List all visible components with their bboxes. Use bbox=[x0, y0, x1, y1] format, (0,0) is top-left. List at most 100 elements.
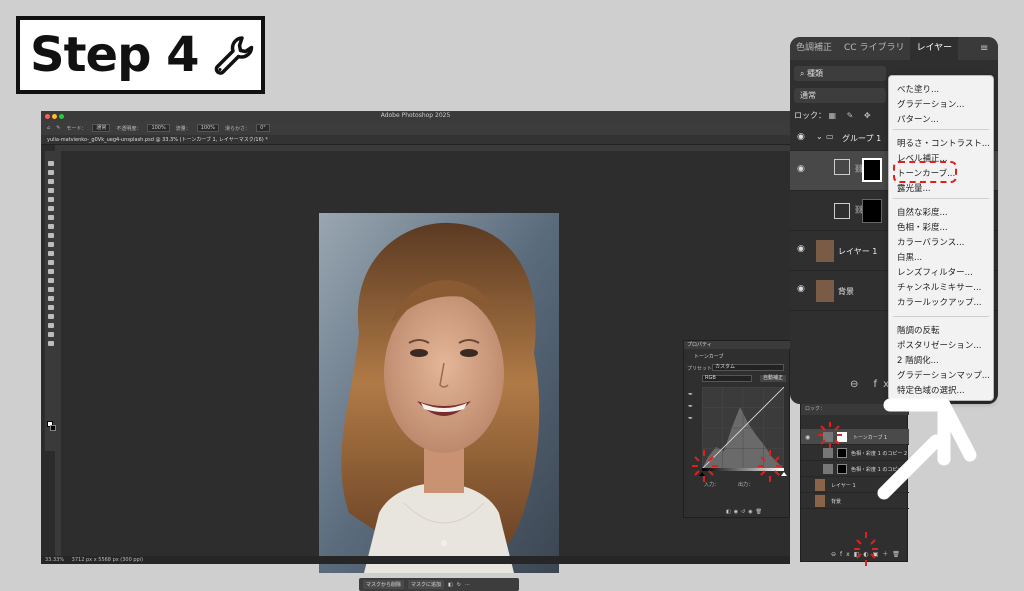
menu-item[interactable]: 自然な彩度... bbox=[897, 206, 948, 218]
crop-tool-icon[interactable] bbox=[48, 197, 54, 202]
opacity-field[interactable]: 100% bbox=[147, 124, 170, 132]
tab-adjustments[interactable]: 色調補正 bbox=[790, 37, 838, 60]
panel-footer-icons[interactable]: ◧◉↺◉🗑 bbox=[726, 509, 765, 515]
menu-item[interactable]: レンズフィルター... bbox=[897, 266, 973, 278]
eye-icon[interactable]: ◉ bbox=[797, 244, 805, 254]
smoothing-label: 滑らかさ： bbox=[225, 125, 251, 132]
brush-tool-icon[interactable]: ✎ bbox=[56, 125, 60, 131]
menu-item[interactable]: カラーバランス... bbox=[897, 236, 964, 248]
menu-item[interactable]: 明るさ・コントラスト... bbox=[897, 137, 990, 149]
mode-select[interactable]: 通常 bbox=[92, 124, 111, 132]
auto-button[interactable]: 自動補正 bbox=[760, 375, 786, 382]
adjustment-thumb bbox=[823, 464, 833, 474]
panel-menu-icon[interactable]: ≡ bbox=[980, 43, 988, 54]
type-tool-icon[interactable] bbox=[48, 305, 54, 310]
eraser-tool-icon[interactable] bbox=[48, 260, 54, 265]
eye-icon[interactable]: ◉ bbox=[797, 284, 805, 294]
zoom-level[interactable]: 33.33% bbox=[45, 557, 64, 563]
move-tool-icon[interactable] bbox=[48, 161, 54, 166]
options-bar: ⌂ ✎ モード： 通常 不透明度： 100% 流量： 100% 滑らかさ： 0° bbox=[41, 121, 790, 135]
blend-mode-select[interactable]: 通常 bbox=[794, 88, 886, 103]
shape-tool-icon[interactable] bbox=[48, 323, 54, 328]
hand-tool-icon[interactable] bbox=[48, 332, 54, 337]
layer-thumb bbox=[815, 495, 825, 507]
step-badge: Step 4 bbox=[16, 16, 265, 94]
path-select-tool-icon[interactable] bbox=[48, 314, 54, 319]
history-brush-tool-icon[interactable] bbox=[48, 251, 54, 256]
lock-icons[interactable]: ▦ ✎ ✥ bbox=[829, 111, 875, 120]
dodge-tool-icon[interactable] bbox=[48, 287, 54, 292]
layer-name: 背景 bbox=[831, 499, 842, 505]
preset-select[interactable]: カスタム bbox=[712, 364, 784, 371]
menu-item[interactable]: パターン... bbox=[897, 113, 939, 125]
layer-mask-thumb[interactable] bbox=[862, 158, 882, 182]
marquee-tool-icon[interactable] bbox=[48, 170, 54, 175]
brush-tool-icon[interactable] bbox=[48, 233, 54, 238]
menu-item[interactable]: チャンネルミキサー... bbox=[897, 281, 981, 293]
pen-tool-icon[interactable] bbox=[48, 296, 54, 301]
curves-type-label: トーンカーブ bbox=[694, 354, 724, 360]
menu-item[interactable]: 階調の反転 bbox=[897, 324, 940, 336]
close-window-button[interactable] bbox=[45, 113, 50, 119]
menu-item[interactable]: ポスタリゼーション... bbox=[897, 339, 981, 351]
wrench-icon bbox=[214, 36, 253, 75]
menu-item[interactable]: カラールックアップ... bbox=[897, 296, 982, 308]
eye-icon[interactable]: ◉ bbox=[805, 434, 810, 441]
stamp-tool-icon[interactable] bbox=[48, 242, 54, 247]
zoom-window-button[interactable] bbox=[59, 113, 64, 119]
tab-layers[interactable]: レイヤー bbox=[910, 37, 959, 60]
frame-tool-icon[interactable] bbox=[48, 206, 54, 211]
more-icon[interactable]: ⋯ bbox=[465, 582, 470, 588]
lasso-tool-icon[interactable] bbox=[48, 179, 54, 184]
subtract-from-mask-button[interactable]: マスクから削除 bbox=[363, 580, 405, 589]
document-tab[interactable]: yulia-matvienko-_g0Vk_ueg4-unsplash.psd … bbox=[41, 135, 790, 145]
contextual-task-bar: マスクから削除 マスクに追加 ◧ ↻ ⋯ bbox=[359, 578, 519, 591]
eyedropper-gray-icon[interactable]: ✒ bbox=[688, 403, 693, 410]
canvas-area[interactable]: マスクから削除 マスクに追加 ◧ ↻ ⋯ bbox=[61, 151, 790, 591]
arrow-icon bbox=[877, 398, 977, 500]
tab-cc-libraries[interactable]: CC ライブラリ bbox=[838, 37, 910, 60]
menu-separator bbox=[893, 129, 989, 130]
menu-item[interactable]: 白黒... bbox=[897, 251, 922, 263]
status-bar: 33.33% 3712 px x 5568 px (300 ppi) bbox=[41, 556, 790, 564]
menu-item[interactable]: グラデーション... bbox=[897, 98, 964, 110]
background-color-swatch[interactable] bbox=[50, 425, 56, 431]
eye-icon[interactable]: ◉ bbox=[797, 132, 805, 142]
menu-item[interactable]: 2 階調化... bbox=[897, 354, 939, 366]
invert-icon[interactable]: ◧ bbox=[448, 582, 453, 588]
blur-tool-icon[interactable] bbox=[48, 278, 54, 283]
step-label: Step 4 bbox=[30, 27, 200, 83]
mask-thumb bbox=[837, 464, 847, 474]
flow-field[interactable]: 100% bbox=[196, 124, 220, 132]
menu-item[interactable]: グラデーションマップ... bbox=[897, 369, 990, 381]
add-to-mask-button[interactable]: マスクに追加 bbox=[408, 580, 445, 589]
photoshop-window: Adobe Photoshop 2025 ⌂ ✎ モード： 通常 不透明度： 1… bbox=[41, 111, 791, 591]
angle-field[interactable]: 0° bbox=[256, 124, 270, 132]
zoom-tool-icon[interactable] bbox=[48, 341, 54, 346]
channel-select[interactable]: RGB bbox=[702, 375, 752, 382]
eyedropper-black-icon[interactable]: ✒ bbox=[688, 391, 693, 398]
eyedropper-white-icon[interactable]: ✒ bbox=[688, 415, 693, 422]
home-icon[interactable]: ⌂ bbox=[47, 125, 50, 131]
tools-panel bbox=[45, 151, 57, 451]
portrait-photo bbox=[319, 213, 559, 573]
layer-mask-thumb[interactable] bbox=[862, 199, 882, 223]
menu-item[interactable]: 色相・彩度... bbox=[897, 221, 948, 233]
healing-tool-icon[interactable] bbox=[48, 224, 54, 229]
refresh-icon[interactable]: ↻ bbox=[457, 582, 461, 588]
gradient-tool-icon[interactable] bbox=[48, 269, 54, 274]
layer-filter-select[interactable]: ⌕ 種類 bbox=[794, 66, 886, 81]
panel-tabs: 色調補正 CC ライブラリ レイヤー bbox=[790, 37, 998, 60]
eye-icon[interactable]: ◉ bbox=[797, 164, 805, 174]
quick-select-tool-icon[interactable] bbox=[48, 188, 54, 193]
mode-label: モード： bbox=[66, 125, 87, 132]
window-title: Adobe Photoshop 2025 bbox=[41, 111, 790, 121]
minimize-window-button[interactable] bbox=[52, 113, 57, 119]
menu-separator bbox=[893, 316, 989, 317]
layer-name: レイヤー 1 bbox=[831, 483, 856, 489]
eyedropper-tool-icon[interactable] bbox=[48, 215, 54, 220]
new-adjustment-layer-menu: べた塗り... グラデーション... パターン... 明るさ・コントラスト...… bbox=[888, 75, 994, 401]
chevron-down-icon[interactable]: ⌄ bbox=[816, 132, 823, 141]
menu-item[interactable]: 露光量... bbox=[897, 182, 931, 194]
menu-item[interactable]: べた塗り... bbox=[897, 83, 939, 95]
